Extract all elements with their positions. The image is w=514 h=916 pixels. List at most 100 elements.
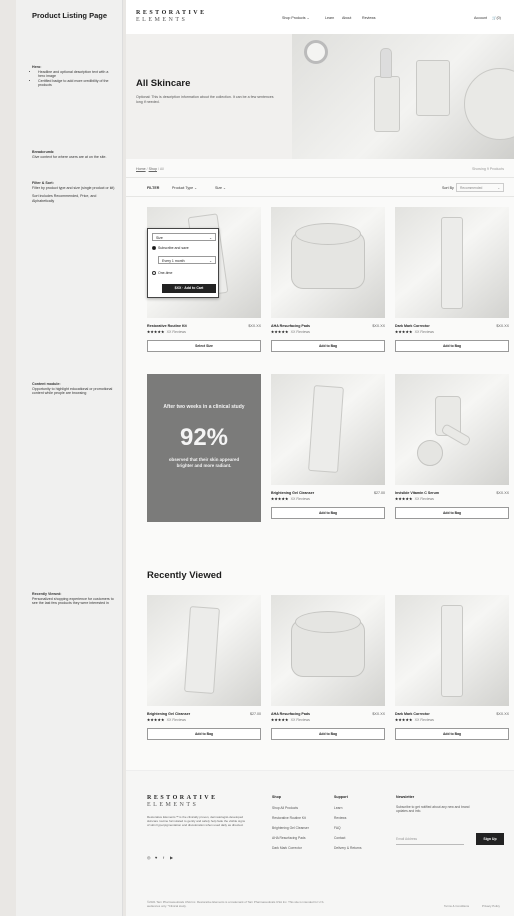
product-name[interactable]: Restorative Routine Kit [147, 324, 187, 328]
note-recent-head: Recently Viewed: [32, 592, 62, 596]
email-field[interactable]: Email Address [396, 833, 464, 845]
instagram-icon[interactable]: ◎ [147, 855, 151, 860]
nav-label: Shop Products [282, 16, 306, 20]
product-image[interactable] [271, 207, 385, 318]
filter-label: FILTER [147, 186, 160, 190]
footer-link[interactable]: Learn [334, 806, 342, 810]
facebook-icon[interactable]: f [163, 855, 164, 860]
product-tube-icon [441, 605, 463, 697]
one-time-radio[interactable]: One-time [152, 271, 172, 276]
filter-bar: FILTER Product Type ⌄ Size ⌄ Sort By Rec… [126, 177, 514, 197]
product-image[interactable] [271, 595, 385, 706]
frequency-select[interactable]: Every 1 month ⌄ [158, 256, 216, 264]
review-count[interactable]: XX Reviews [167, 718, 186, 722]
product-image[interactable] [395, 374, 509, 485]
youtube-icon[interactable]: ▶ [170, 855, 173, 860]
chevron-down-icon: ⌄ [209, 236, 212, 240]
product-name[interactable]: Invisible Vitamin C Serum [395, 491, 439, 495]
signup-button[interactable]: Sign Up [476, 833, 504, 845]
jar-lid-icon [295, 223, 361, 245]
sort-value: Recommended [460, 186, 483, 190]
footer-link[interactable]: Reviews [334, 816, 346, 820]
review-count[interactable]: XX Reviews [291, 330, 310, 334]
filter-product-type[interactable]: Product Type ⌄ [172, 186, 197, 190]
footer-link[interactable]: Brightening Gel Cleanser [272, 826, 309, 830]
cart-button[interactable]: 🛒(0) [492, 16, 501, 20]
size-select-value: Size [156, 236, 163, 240]
site-logo[interactable]: RESTORATIVE ELEMENTS [136, 10, 207, 24]
product-image[interactable] [395, 595, 509, 706]
footer-support-heading: Support [334, 795, 348, 799]
note-breadcrumb-text: Give context for where users are at on t… [32, 154, 107, 159]
product-image[interactable] [147, 595, 261, 706]
breadcrumb-shop[interactable]: Shop [149, 167, 157, 171]
product-image[interactable] [395, 207, 509, 318]
add-to-bag-button[interactable]: Add to Bag [271, 728, 385, 740]
footer-description: Restorative Elements™ is the clinically … [147, 815, 246, 827]
radio-selected-icon [152, 246, 156, 251]
hero-title: All Skincare [136, 78, 191, 89]
filter-product-type-label: Product Type [172, 186, 194, 190]
footer-shop-heading: Shop [272, 795, 281, 799]
product-image[interactable] [271, 374, 385, 485]
review-count[interactable]: XX Reviews [291, 718, 310, 722]
subscribe-radio[interactable]: Subscribe and save [152, 246, 189, 251]
add-to-bag-button[interactable]: Add to Bag [395, 340, 509, 352]
logo-line2: ELEMENTS [147, 802, 199, 808]
add-to-bag-button[interactable]: Add to Bag [271, 507, 385, 519]
product-name[interactable]: Brightening Gel Cleanser [271, 491, 314, 495]
filter-size-label: Size [215, 186, 222, 190]
terms-link[interactable]: Terms & Conditions [444, 904, 469, 908]
footer-link[interactable]: Shop All Products [272, 806, 298, 810]
footer-link[interactable]: FAQ [334, 826, 341, 830]
product-rating: ★★★★★ XX Reviews [395, 718, 434, 722]
chevron-down-icon: ⌄ [497, 186, 500, 190]
footer-link[interactable]: Contact [334, 836, 345, 840]
size-select[interactable]: Size ⌄ [152, 233, 216, 241]
nav-reviews[interactable]: Reviews [362, 16, 376, 20]
note-breadcrumb-head: Breadcrumb: [32, 150, 55, 154]
newsletter-text: Subscribe to get notified about any new … [396, 805, 470, 814]
note-filter: Filter & Sort: Filter by product type an… [32, 181, 116, 203]
select-size-button[interactable]: Select Size [147, 340, 261, 352]
content-module[interactable]: After two weeks in a clinical study 92% … [147, 374, 261, 522]
star-icons: ★★★★★ [271, 718, 289, 722]
sort-select[interactable]: Recommended ⌄ [456, 183, 504, 192]
review-count[interactable]: XX Reviews [415, 718, 434, 722]
footer-link[interactable]: Dark Mark Corrector [272, 846, 302, 850]
privacy-link[interactable]: Privacy Policy [482, 904, 500, 908]
add-to-bag-button[interactable]: Add to Bag [395, 507, 509, 519]
nav-learn[interactable]: Learn [325, 16, 334, 20]
review-count[interactable]: XX Reviews [167, 330, 186, 334]
product-name[interactable]: Brightening Gel Cleanser [147, 712, 190, 716]
review-count[interactable]: XX Reviews [415, 497, 434, 501]
breadcrumb-home[interactable]: Home [136, 167, 146, 171]
star-icons: ★★★★★ [271, 330, 289, 334]
product-name[interactable]: AHA Resurfacing Pads [271, 712, 310, 716]
review-count[interactable]: XX Reviews [291, 497, 310, 501]
add-to-bag-button[interactable]: Add to Bag [271, 340, 385, 352]
footer-logo[interactable]: RESTORATIVE ELEMENTS [147, 795, 218, 809]
product-rating: ★★★★★ XX Reviews [147, 718, 186, 722]
product-name[interactable]: AHA Resurfacing Pads [271, 324, 310, 328]
product-name[interactable]: Dark Mark Corrector [395, 712, 430, 716]
add-to-cart-button[interactable]: $XX · Add to Cart [162, 284, 216, 293]
star-icons: ★★★★★ [271, 497, 289, 501]
filter-size[interactable]: Size ⌄ [215, 186, 226, 190]
promo-stat: 92% [179, 424, 229, 451]
review-count[interactable]: XX Reviews [415, 330, 434, 334]
footer-link[interactable]: Delivery & Returns [334, 846, 361, 850]
jar-lid-icon [295, 611, 361, 633]
product-name[interactable]: Dark Mark Corrector [395, 324, 430, 328]
footer-link[interactable]: Restorative Routine Kit [272, 816, 306, 820]
account-link[interactable]: Account [474, 16, 487, 20]
dropper-icon [380, 48, 392, 78]
product-price: $27.00 [250, 712, 261, 716]
footer-link[interactable]: AHA Resurfacing Pads [272, 836, 306, 840]
twitter-icon[interactable]: ♥ [155, 855, 157, 860]
nav-about[interactable]: About [342, 16, 351, 20]
add-to-bag-button[interactable]: Add to Bag [147, 728, 261, 740]
hero-banner: All Skincare Optional: This is descripti… [126, 34, 514, 159]
add-to-bag-button[interactable]: Add to Bag [395, 728, 509, 740]
nav-shop-products[interactable]: Shop Products ⌄ [282, 16, 310, 20]
